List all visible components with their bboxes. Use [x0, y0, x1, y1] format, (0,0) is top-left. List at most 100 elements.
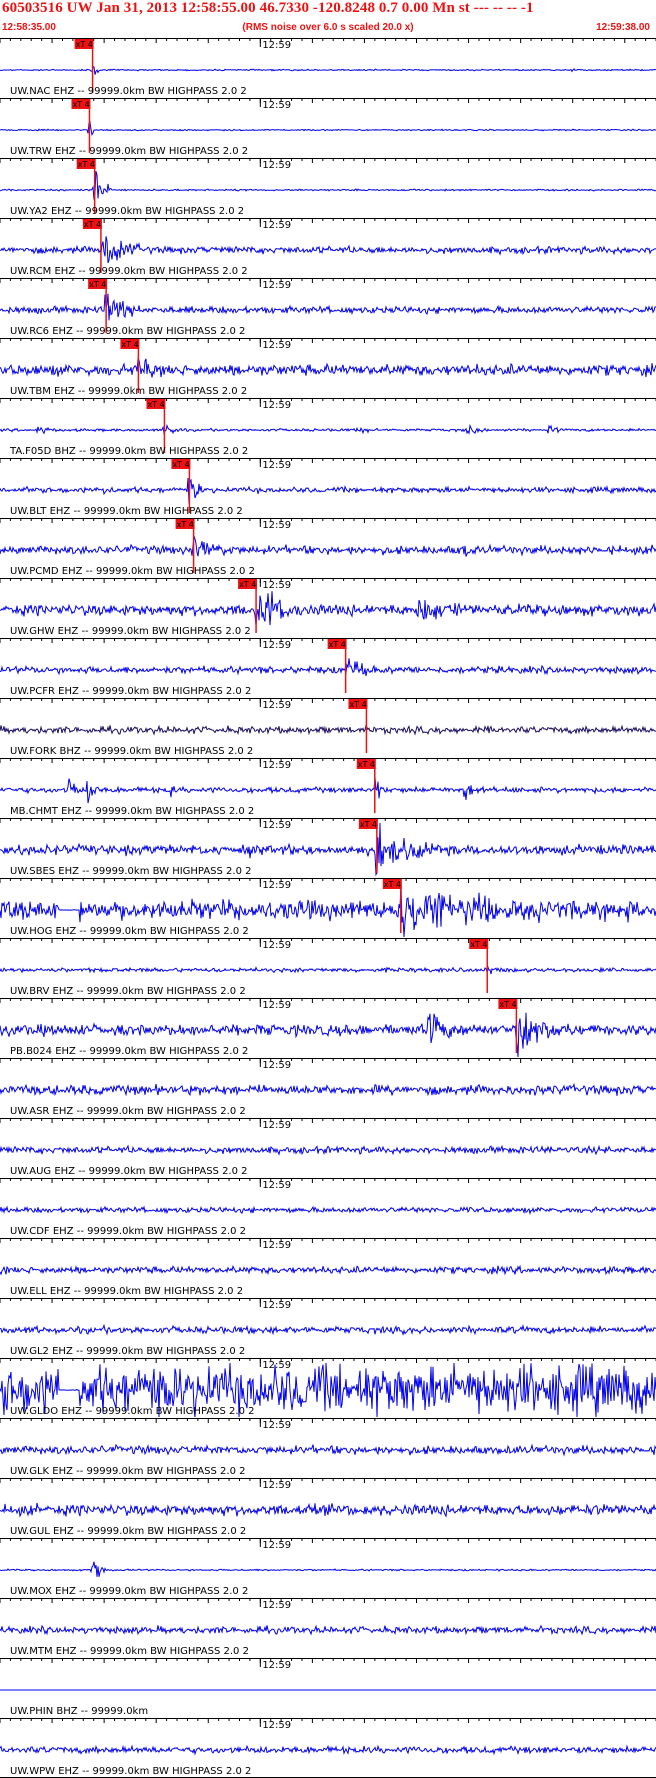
minute-label: 12:59: [262, 1600, 291, 1611]
waveform: [0, 293, 656, 321]
waveform: [0, 777, 656, 804]
trace-row: 12:59 xT 4 UW.TRW EHZ -- 99999.0km BW HIGH…: [0, 98, 656, 157]
waveform: [0, 423, 656, 435]
waveform: [0, 535, 656, 557]
station-label: UW.PCMD EHZ -- 99999.0km BW HIGHPASS 2.0…: [10, 566, 255, 577]
minute-label: 12:59: [262, 760, 291, 771]
station-label: PB.B024 EHZ -- 99999.0km BW HIGHPASS 2.0…: [10, 1046, 248, 1057]
pick-label: xT 4: [239, 580, 256, 589]
trace-row: 12:59 xT 4 UW.GHW EHZ -- 99999.0km BW HIGH…: [0, 578, 656, 637]
minute-label: 12:59: [262, 880, 291, 891]
station-label: UW.FORK BHZ -- 99999.0km BW HIGHPASS 2.0…: [10, 746, 253, 757]
minute-label: 12:59: [262, 1240, 291, 1251]
trace-row: 12:59 xT 4 TA.F05D BHZ -- 99999.0km BW HIG…: [0, 398, 656, 457]
trace-row: 12:59 xT 4 UW.TBM EHZ -- 99999.0km BW HIGH…: [0, 338, 656, 397]
pick-label: xT 4: [76, 40, 93, 49]
minute-label: 12:59: [262, 1300, 291, 1311]
station-label: UW.BLT EHZ -- 99999.0km BW HIGHPASS 2.0 …: [10, 506, 243, 517]
station-label: UW.MTM EHZ -- 99999.0km BW HIGHPASS 2.0 …: [10, 1646, 249, 1657]
station-label: UW.ELL EHZ -- 99999.0km BW HIGHPASS 2.0 …: [10, 1286, 243, 1297]
trace-row: 12:59 xT 4 UW.FORK BHZ -- 99999.0km BW HIG…: [0, 698, 656, 757]
pick-label: xT 4: [172, 460, 189, 469]
pick-label: xT 4: [78, 160, 95, 169]
station-label: UW.TRW EHZ -- 99999.0km BW HIGHPASS 2.0 …: [10, 146, 248, 157]
station-label: UW.TBM EHZ -- 99999.0km BW HIGHPASS 2.0 …: [10, 386, 247, 397]
station-label: UW.GL2 EHZ -- 99999.0km BW HIGHPASS 2.0 …: [10, 1346, 245, 1357]
pick-marker: xT 4: [76, 159, 96, 213]
pick-marker: xT 4: [327, 639, 347, 693]
scale-note: (RMS noise over 6.0 s scaled 20.0 x): [242, 22, 414, 33]
pick-label: xT 4: [470, 940, 487, 949]
minute-label: 12:59: [262, 1360, 291, 1371]
station-label: UW.CDF EHZ -- 99999.0km BW HIGHPASS 2.0 …: [10, 1226, 246, 1237]
trace-row: 12:59 xT 4 UW.HOG EHZ -- 99999.0km BW HIGH…: [0, 878, 656, 938]
trace-row: 12:59 UW.CDF EHZ -- 99999.0km BW HIGHPASS…: [0, 1178, 656, 1237]
station-label: MB.CHMT EHZ -- 99999.0km BW HIGHPASS 2.0…: [10, 806, 254, 817]
plot-header: 60503516 UW Jan 31, 2013 12:58:55.00 46.…: [0, 0, 656, 38]
pick-label: xT 4: [177, 520, 194, 529]
trace-row: 12:59 xT 4 UW.PCFR EHZ -- 99999.0km BW HIG…: [0, 638, 656, 697]
waveform: [0, 477, 656, 504]
waveform: [0, 1205, 656, 1216]
station-label: UW.PHIN BHZ -- 99999.0km: [10, 1706, 148, 1717]
trace-row: 12:59 xT 4 UW.YA2 EHZ -- 99999.0km BW HIGH…: [0, 158, 656, 217]
trace-row: 12:59 xT 4 UW.RC6 EHZ -- 99999.0km BW HIGH…: [0, 278, 656, 337]
minute-label: 12:59: [262, 100, 291, 111]
trace-row: 12:59 xT 4 UW.BRV EHZ -- 99999.0km BW HIGH…: [0, 938, 656, 997]
pick-label: xT 4: [89, 280, 106, 289]
pick-marker: xT 4: [82, 219, 102, 273]
event-title: 60503516 UW Jan 31, 2013 12:58:55.00 46.…: [2, 0, 534, 16]
waveform: [0, 1624, 656, 1636]
waveform: [0, 171, 656, 200]
trace-row: 12:59 UW.ASR EHZ -- 99999.0km BW HIGHPASS…: [0, 1058, 656, 1117]
trace-row: 12:59 xT 4 UW.PCMD EHZ -- 99999.0km BW HIG…: [0, 518, 656, 577]
waveform: [0, 1561, 656, 1577]
waveform: [0, 358, 656, 378]
minute-label: 12:59: [262, 1720, 291, 1731]
pick-marker: xT 4: [175, 519, 195, 573]
pick-marker: xT 4: [358, 819, 378, 873]
pick-marker: xT 4: [356, 759, 376, 813]
waveform: [0, 1144, 656, 1156]
pick-label: xT 4: [358, 760, 375, 769]
pick-label: xT 4: [360, 820, 377, 829]
station-label: UW.HOG EHZ -- 99999.0km BW HIGHPASS 2.0 …: [10, 926, 249, 937]
minute-label: 12:59: [262, 1120, 291, 1131]
waveform: [0, 1082, 656, 1097]
waveform: [0, 1502, 656, 1518]
trace-row: 12:59 xT 4 UW.RCM EHZ -- 99999.0km BW HIGH…: [0, 218, 656, 277]
minute-label: 12:59: [262, 520, 291, 531]
waveform: [0, 1264, 656, 1276]
minute-label: 12:59: [262, 580, 291, 591]
station-label: UW.MOX EHZ -- 99999.0km BW HIGHPASS 2.0 …: [10, 1586, 248, 1597]
station-label: UW.GLDO EHZ -- 99999.0km BW HIGHPASS 2.0…: [10, 1406, 255, 1417]
waveform: [0, 120, 656, 136]
waveform: [0, 658, 656, 677]
pick-marker: xT 4: [469, 939, 489, 993]
station-label: UW.GHW EHZ -- 99999.0km BW HIGHPASS 2.0 …: [10, 626, 251, 637]
station-label: UW.YA2 EHZ -- 99999.0km BW HIGHPASS 2.0 …: [10, 206, 244, 217]
trace-row: 12:59 UW.GLK EHZ -- 99999.0km BW HIGHPASS…: [0, 1418, 656, 1477]
station-label: UW.WPW EHZ -- 99999.0km BW HIGHPASS 2.0 …: [10, 1766, 251, 1777]
minute-label: 12:59: [262, 820, 291, 831]
waveform: [0, 1443, 656, 1457]
trace-row: 12:59 UW.PHIN BHZ -- 99999.0km: [0, 1658, 656, 1717]
pick-marker: xT 4: [71, 99, 91, 153]
waveform: [0, 236, 656, 264]
pick-label: xT 4: [121, 340, 138, 349]
trace-row: 12:59 UW.AUG EHZ -- 99999.0km BW HIGHPASS…: [0, 1118, 656, 1177]
trace-row: 12:59 UW.ELL EHZ -- 99999.0km BW HIGHPASS…: [0, 1238, 656, 1297]
station-label: UW.RC6 EHZ -- 99999.0km BW HIGHPASS 2.0 …: [10, 326, 245, 337]
station-label: UW.GLK EHZ -- 99999.0km BW HIGHPASS 2.0 …: [10, 1466, 245, 1477]
minute-label: 12:59: [262, 1420, 291, 1431]
trace-row: 12:59 UW.GUL EHZ -- 99999.0km BW HIGHPASS…: [0, 1478, 656, 1537]
minute-label: 12:59: [262, 640, 291, 651]
station-label: UW.AUG EHZ -- 99999.0km BW HIGHPASS 2.0 …: [10, 1166, 248, 1177]
station-label: UW.NAC EHZ -- 99999.0km BW HIGHPASS 2.0 …: [10, 86, 247, 97]
trace-row: 12:59 xT 4 UW.NAC EHZ -- 99999.0km BW HIGH…: [0, 38, 656, 97]
station-label: UW.GUL EHZ -- 99999.0km BW HIGHPASS 2.0 …: [10, 1526, 246, 1537]
minute-label: 12:59: [262, 1480, 291, 1491]
end-time-label: 12:59:38.00: [596, 22, 650, 33]
minute-label: 12:59: [262, 40, 291, 51]
seismogram-panel: 12:59 xT 4 UW.NAC EHZ -- 99999.0km BW HIGH…: [0, 38, 656, 1778]
